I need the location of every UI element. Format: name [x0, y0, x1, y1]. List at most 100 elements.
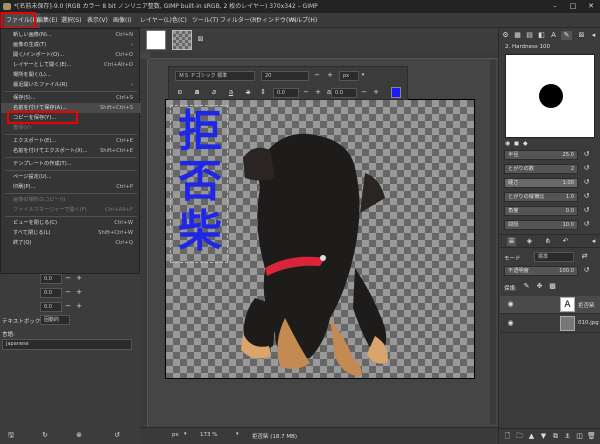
- duplicate-layer-icon[interactable]: ⧉: [551, 432, 560, 441]
- menu-image[interactable]: 画像(I): [113, 13, 131, 28]
- menu-item-open-location[interactable]: 場所を開く(L)...: [1, 70, 141, 80]
- reset-icon[interactable]: ↺: [582, 206, 591, 215]
- gear-icon[interactable]: ⚙: [501, 31, 510, 40]
- reset-icon[interactable]: ↺: [582, 150, 591, 159]
- close-tab-icon[interactable]: ⊠: [196, 35, 205, 44]
- lock-position-icon[interactable]: ✥: [535, 282, 544, 291]
- menu-item-close-all[interactable]: すべて閉じる(L) Shift+Ctrl+W: [1, 228, 141, 238]
- menu-item-create-template[interactable]: テンプレートの作成(T)...: [1, 159, 141, 169]
- reset-icon[interactable]: ↺: [582, 178, 591, 187]
- layer-row-text[interactable]: ◉ A 拒否柴: [500, 296, 600, 314]
- menu-item-print[interactable]: 印刷(P)... Ctrl+P: [1, 182, 141, 192]
- raise-layer-icon[interactable]: ▲: [527, 432, 536, 441]
- brush-slider-hardness[interactable]: 硬さ 1.00: [504, 178, 578, 188]
- new-layer-icon[interactable]: 🗋: [503, 432, 512, 441]
- option-field[interactable]: 0.0: [40, 274, 62, 284]
- menu-item-close-view[interactable]: ビューを閉じる(C) Ctrl+W: [1, 218, 141, 228]
- new-group-icon[interactable]: 🗀: [515, 432, 524, 441]
- option-field[interactable]: 0.0: [40, 302, 62, 312]
- baseline-decrease-button[interactable]: −: [300, 87, 312, 98]
- anchor-layer-icon[interactable]: ⚓: [563, 432, 572, 441]
- menu-view[interactable]: 表示(V): [87, 13, 108, 28]
- kerning-decrease-button[interactable]: −: [358, 87, 370, 98]
- history-tab-icon[interactable]: ↶: [561, 237, 570, 246]
- font-tab-icon[interactable]: A: [549, 31, 558, 40]
- restore-options-icon[interactable]: ↻: [40, 431, 50, 440]
- visibility-eye-icon[interactable]: ◉: [506, 319, 515, 328]
- kerning-increase-button[interactable]: +: [370, 87, 382, 98]
- menu-item-save[interactable]: 保存(S)... Ctrl+S: [1, 93, 141, 103]
- delete-layer-icon[interactable]: 🗑: [587, 432, 596, 441]
- menu-filters[interactable]: フィルター(R): [220, 13, 259, 28]
- unit-select[interactable]: px: [339, 71, 359, 81]
- gradient-tab-icon[interactable]: ▤: [525, 31, 534, 40]
- menu-layer[interactable]: レイヤー(L): [140, 13, 172, 28]
- minimize-button[interactable]: –: [546, 0, 564, 13]
- brush-slider-angle[interactable]: 角度 0.0: [504, 206, 578, 216]
- save-options-icon[interactable]: 🖫: [6, 431, 16, 440]
- brush-shape-circle-icon[interactable]: ◉: [505, 140, 510, 147]
- font-field[interactable]: ＭＳ Ｐゴシック 標準: [175, 71, 255, 81]
- brush-slider-spacing[interactable]: 間隔 10.0: [504, 220, 578, 230]
- image-tab-thumbnail[interactable]: [146, 30, 166, 50]
- option-increase-button[interactable]: +: [73, 301, 85, 312]
- menu-item-create[interactable]: 画像の生成(T) ›: [1, 40, 141, 50]
- brush-shape-square-icon[interactable]: ◼: [514, 140, 519, 147]
- size-increase-button[interactable]: +: [324, 70, 336, 81]
- bold-icon[interactable]: a: [191, 87, 203, 98]
- text-color-swatch[interactable]: [391, 87, 401, 98]
- brush-slider-radius[interactable]: 半径 25.0: [504, 150, 578, 160]
- menu-item-save-as[interactable]: 名前を付けて保存(A)... Shift+Ctrl+S: [1, 103, 141, 113]
- chevron-left-icon[interactable]: ◂: [589, 31, 598, 40]
- lower-layer-icon[interactable]: ▼: [539, 432, 548, 441]
- channels-tab-icon[interactable]: ◈: [525, 237, 534, 246]
- menu-help[interactable]: ヘルプ(H): [290, 13, 317, 28]
- menu-select[interactable]: 選択(S): [61, 13, 82, 28]
- lock-pixels-icon[interactable]: ✎: [522, 282, 531, 291]
- menu-color[interactable]: 色(C): [172, 13, 187, 28]
- brush-shape-diamond-icon[interactable]: ◆: [523, 140, 528, 147]
- mode-select[interactable]: 標準: [534, 252, 574, 262]
- layer-row-image[interactable]: ◉ 010.jpg: [500, 315, 600, 333]
- brush-slider-aspect[interactable]: とがりの縦横比 1.0: [504, 192, 578, 202]
- option-field[interactable]: 0.0: [40, 288, 62, 298]
- reset-icon[interactable]: ↺: [582, 164, 591, 173]
- opacity-slider[interactable]: 不透明度 100.0: [504, 266, 578, 276]
- maximize-button[interactable]: □: [564, 0, 582, 13]
- text-style-clear-icon[interactable]: ʚ: [174, 87, 186, 98]
- paths-tab-icon[interactable]: ⋔: [543, 237, 552, 246]
- size-decrease-button[interactable]: −: [311, 70, 323, 81]
- textbox-select[interactable]: 固動的: [40, 315, 70, 325]
- option-increase-button[interactable]: +: [73, 287, 85, 298]
- reset-icon[interactable]: ↺: [582, 192, 591, 201]
- menu-item-export-as[interactable]: 名前を付けてエクスポート(X)... Shift+Ctrl+E: [1, 146, 141, 156]
- close-icon[interactable]: ⊠: [577, 31, 586, 40]
- close-button[interactable]: ✕: [582, 0, 600, 13]
- baseline-icon[interactable]: ⇕: [257, 87, 269, 98]
- font-size-field[interactable]: 20: [261, 71, 309, 81]
- image-tab-thumbnail-active[interactable]: [172, 30, 192, 50]
- layers-tab-icon[interactable]: ≣: [507, 237, 516, 246]
- reset-icon[interactable]: ↺: [582, 220, 591, 229]
- menu-item-new[interactable]: 新しい画像(N)... Ctrl+N: [1, 30, 141, 40]
- zoom-select[interactable]: 173 %: [200, 432, 217, 438]
- menu-item-save-copy[interactable]: コピーを保存(Y)...: [1, 113, 141, 123]
- mode-switch-icon[interactable]: ⇄: [580, 252, 589, 261]
- underline-icon[interactable]: a: [225, 87, 237, 98]
- pattern-tab-icon[interactable]: ▦: [513, 31, 522, 40]
- chevron-left-icon[interactable]: ◂: [589, 237, 598, 246]
- mask-layer-icon[interactable]: ◫: [575, 432, 584, 441]
- brush-slider-spikes[interactable]: とがりの数 2: [504, 164, 578, 174]
- reset-options-icon[interactable]: ↺: [112, 431, 122, 440]
- italic-icon[interactable]: a: [208, 87, 220, 98]
- delete-options-icon[interactable]: ⊗: [74, 431, 84, 440]
- menu-item-open-recent[interactable]: 最近開いたファイル(R) ›: [1, 80, 141, 90]
- unit-select[interactable]: px: [172, 432, 179, 438]
- lock-alpha-icon[interactable]: ▩: [548, 282, 557, 291]
- visibility-eye-icon[interactable]: ◉: [506, 300, 515, 309]
- menu-item-open[interactable]: 開く/インポート(O)... Ctrl+O: [1, 50, 141, 60]
- kerning-field[interactable]: 0.0: [331, 88, 357, 98]
- menu-edit[interactable]: 編集(E): [37, 13, 57, 28]
- menu-item-export[interactable]: エクスポート(E)... Ctrl+E: [1, 136, 141, 146]
- menu-item-page-setup[interactable]: ページ設定(U)...: [1, 172, 141, 182]
